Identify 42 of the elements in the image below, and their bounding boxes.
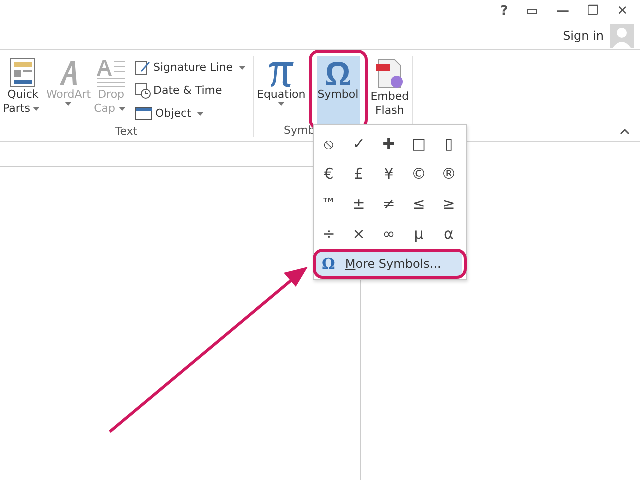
drop-cap-icon bbox=[96, 58, 126, 88]
symbol-option[interactable]: × bbox=[344, 219, 374, 249]
calendar-clock-icon bbox=[134, 82, 150, 98]
group-label: Text bbox=[115, 125, 138, 138]
window-control-button[interactable]: ❐ bbox=[587, 4, 600, 20]
sign-in-link[interactable]: Sign in bbox=[563, 29, 604, 44]
window-control-button[interactable]: — bbox=[556, 4, 570, 20]
signature-pen-icon bbox=[134, 60, 150, 76]
symbol-option[interactable]: € bbox=[314, 159, 344, 189]
symbol-option[interactable]: µ bbox=[404, 219, 434, 249]
symbol-option[interactable]: ✚ bbox=[374, 129, 404, 159]
ribbon-button[interactable]: Symbol bbox=[316, 56, 360, 124]
window-frame-icon bbox=[134, 106, 152, 122]
window-control-button[interactable]: ? bbox=[500, 4, 508, 20]
window-control-button[interactable]: ✕ bbox=[617, 4, 628, 20]
symbol-option[interactable]: ÷ bbox=[314, 219, 344, 249]
symbol-option[interactable]: ™ bbox=[314, 189, 344, 219]
symbol-option[interactable]: ¥ bbox=[374, 159, 404, 189]
symbol-option[interactable]: ✓ bbox=[344, 129, 374, 159]
symbol-option[interactable]: ▯ bbox=[434, 129, 464, 159]
ribbon-small-button[interactable]: Object bbox=[132, 102, 251, 125]
ribbon-button[interactable]: Equation bbox=[256, 56, 307, 124]
symbol-option[interactable]: © bbox=[404, 159, 434, 189]
ribbon-button[interactable]: Quick Parts bbox=[2, 56, 44, 125]
more-symbols-item[interactable]: Ω More Symbols... bbox=[316, 252, 462, 276]
symbol-option[interactable]: ≠ bbox=[374, 189, 404, 219]
symbol-option[interactable]: ± bbox=[344, 189, 374, 219]
symbol-option[interactable]: ≤ bbox=[404, 189, 434, 219]
ribbon-small-button[interactable]: Signature Line bbox=[132, 56, 251, 79]
symbol-option[interactable]: □ bbox=[404, 129, 434, 159]
symbol-option[interactable]: ® bbox=[434, 159, 464, 189]
symbol-option[interactable]: £ bbox=[344, 159, 374, 189]
collapse-ribbon-icon[interactable] bbox=[620, 129, 630, 135]
symbol-option[interactable]: ≥ bbox=[434, 189, 464, 219]
window-control-button[interactable]: ▭ bbox=[526, 4, 538, 20]
ribbon-small-button[interactable]: Date & Time bbox=[132, 79, 251, 102]
symbol-option[interactable]: ∞ bbox=[374, 219, 404, 249]
ribbon-button[interactable]: Embed Flash bbox=[370, 56, 410, 124]
symbol-option[interactable]: ⦸ bbox=[314, 129, 344, 159]
flash-file-icon bbox=[374, 58, 405, 90]
symbol-option[interactable]: α bbox=[434, 219, 464, 249]
document-parts-icon bbox=[10, 58, 36, 88]
